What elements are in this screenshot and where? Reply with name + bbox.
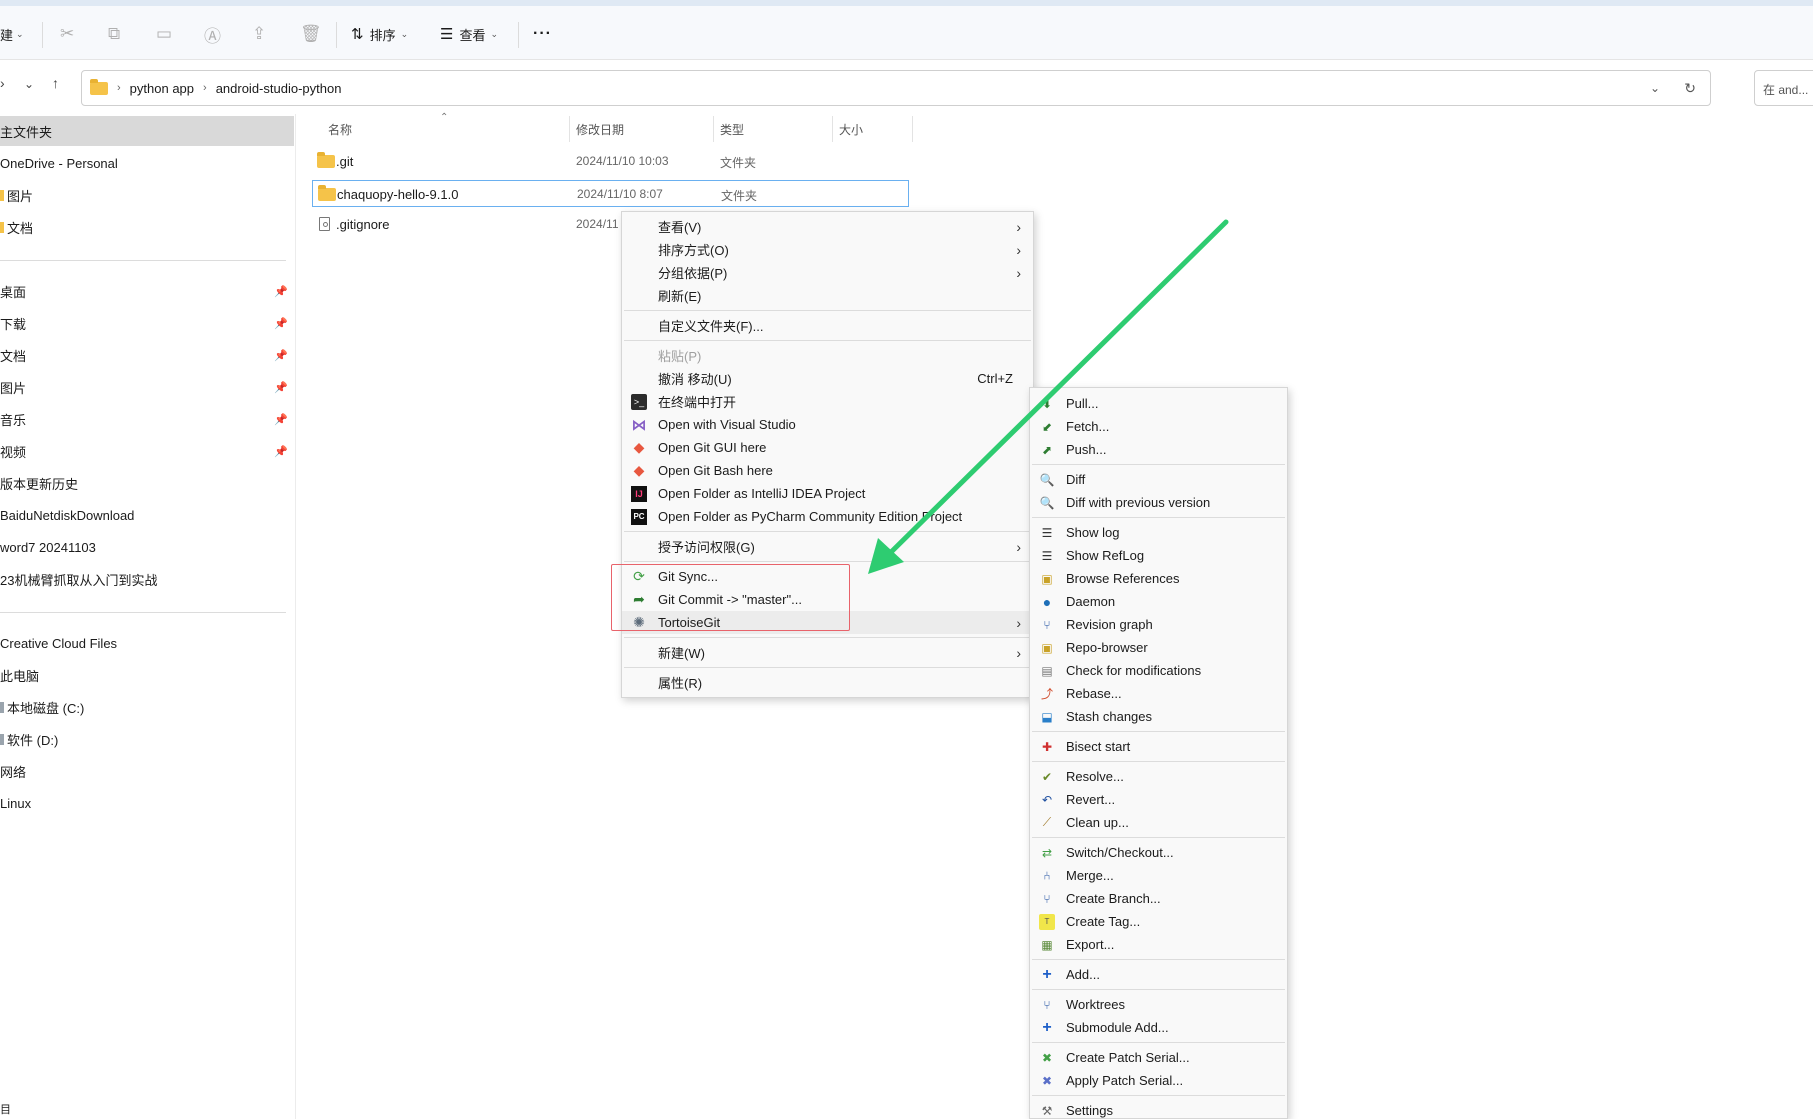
arrow-shaft — [881, 219, 1229, 562]
annotation-arrow — [868, 219, 1229, 574]
